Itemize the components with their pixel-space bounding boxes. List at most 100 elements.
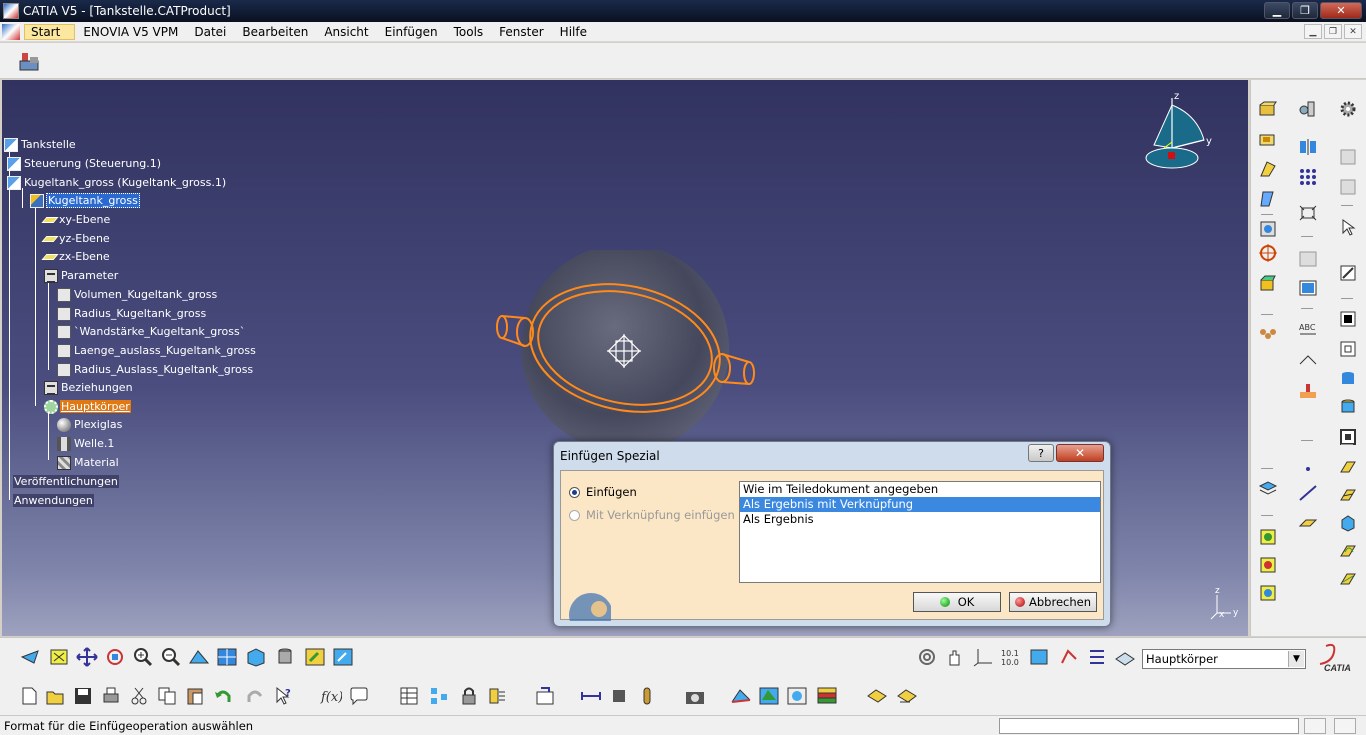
print-icon[interactable]: [100, 685, 122, 707]
hide-show-icon[interactable]: [304, 646, 326, 668]
apply-surface-icon[interactable]: [866, 685, 888, 707]
measure-icon[interactable]: [1297, 277, 1319, 299]
mirror-icon[interactable]: [1297, 135, 1319, 157]
text-abc-icon[interactable]: ABC: [1297, 318, 1319, 340]
manipulation-hand-icon[interactable]: [944, 646, 966, 668]
close-button[interactable]: ✕: [1320, 2, 1362, 19]
redo-icon[interactable]: [244, 685, 266, 707]
menu-enovia[interactable]: ENOVIA V5 VPM: [75, 25, 186, 39]
copy-icon[interactable]: [156, 685, 178, 707]
cylinder-yellow-icon[interactable]: [1337, 396, 1359, 418]
annotation-icon[interactable]: [1297, 350, 1319, 372]
paste-icon[interactable]: [184, 685, 206, 707]
paint-surface-icon[interactable]: [1297, 380, 1319, 402]
sew-surface-icon[interactable]: [1257, 582, 1279, 604]
close-surface-red-icon[interactable]: [1257, 554, 1279, 576]
solid-cube-icon[interactable]: [1337, 512, 1359, 534]
tree-node-anwendungen[interactable]: Anwendungen: [13, 493, 94, 508]
close-surface-icon[interactable]: [1257, 272, 1279, 294]
apply-texture-icon[interactable]: [758, 685, 780, 707]
paste-format-list[interactable]: Wie im Teiledokument angegeben Als Ergeb…: [739, 481, 1101, 583]
stack-layers-icon[interactable]: [816, 685, 838, 707]
save-icon[interactable]: [72, 685, 94, 707]
command-input[interactable]: [999, 718, 1299, 734]
thick-surface-icon[interactable]: [1257, 526, 1279, 548]
open-body-icon[interactable]: [1337, 308, 1359, 330]
radio-einfuegen[interactable]: Einfügen: [569, 485, 637, 499]
status-button-1[interactable]: [1304, 718, 1326, 734]
restore-button[interactable]: ❐: [1292, 2, 1318, 19]
shaft-feature-icon[interactable]: [1297, 98, 1319, 120]
tree-node-plexiglas[interactable]: Plexiglas: [57, 417, 123, 432]
frame-icon[interactable]: [1028, 646, 1050, 668]
document-icon[interactable]: [2, 23, 20, 40]
catalog-icon[interactable]: [1337, 146, 1359, 168]
pad-icon[interactable]: [1257, 98, 1279, 120]
revolve-surface-icon[interactable]: [1337, 484, 1359, 506]
structure-icon[interactable]: [428, 685, 450, 707]
apply-surface-2-icon[interactable]: [896, 685, 918, 707]
normal-view-icon[interactable]: [188, 646, 210, 668]
status-button-2[interactable]: [1334, 718, 1356, 734]
line-icon[interactable]: [1297, 482, 1319, 504]
reactions-icon[interactable]: [486, 685, 508, 707]
point-icon[interactable]: [1297, 458, 1319, 480]
cylinder-icon[interactable]: [1337, 368, 1359, 390]
catalog-browser-icon[interactable]: [534, 685, 556, 707]
formula-fx-icon[interactable]: f(x): [320, 685, 342, 707]
chevron-down-icon[interactable]: ▼: [1288, 651, 1304, 667]
tree-node-material[interactable]: Material: [57, 455, 120, 470]
tree-node-kugeltank-part[interactable]: Kugeltank_gross: [30, 193, 140, 208]
fit-all-icon[interactable]: [48, 646, 70, 668]
fly-mode-icon[interactable]: [20, 646, 42, 668]
list-item[interactable]: Als Ergebnis mit Verknüpfung: [740, 497, 1100, 512]
undo-icon[interactable]: [212, 685, 234, 707]
doc-minimize-button[interactable]: ▁: [1304, 24, 1322, 39]
environment-icon[interactable]: [786, 685, 808, 707]
pan-icon[interactable]: [76, 646, 98, 668]
axis-system-icon[interactable]: [972, 646, 994, 668]
grid-snap-icon[interactable]: 10.1 10.0: [1000, 646, 1022, 668]
tree-node-beziehungen[interactable]: Beziehungen: [44, 380, 134, 395]
multi-view-icon[interactable]: [216, 646, 238, 668]
zoom-in-icon[interactable]: [132, 646, 154, 668]
doc-close-button[interactable]: ✕: [1344, 24, 1362, 39]
radio-mit-verknuepfung[interactable]: Mit Verknüpfung einfügen: [569, 508, 735, 522]
tree-node-steuerung[interactable]: Steuerung (Steuerung.1): [7, 156, 162, 171]
apply-material-icon[interactable]: [730, 685, 752, 707]
tree-node-param-radius[interactable]: Radius_Kugeltank_gross: [57, 306, 207, 321]
sphere-tank-model[interactable]: [482, 250, 782, 450]
table-icon[interactable]: [398, 685, 420, 707]
doc-restore-button[interactable]: ❐: [1324, 24, 1342, 39]
list-icon[interactable]: [1086, 646, 1108, 668]
assembly-people-icon[interactable]: [1257, 324, 1279, 346]
rotate-icon[interactable]: [104, 646, 126, 668]
ok-button[interactable]: OK: [913, 592, 1001, 612]
menu-datei[interactable]: Datei: [186, 25, 234, 39]
pocket-icon[interactable]: [1257, 128, 1279, 150]
lock-icon[interactable]: [458, 685, 480, 707]
loft-icon[interactable]: [1337, 568, 1359, 590]
constraint-icon[interactable]: [1058, 646, 1080, 668]
select-arrow-icon[interactable]: [1337, 216, 1359, 238]
groove-icon[interactable]: [1257, 188, 1279, 210]
tree-node-param-radius-auslass[interactable]: Radius_Auslass_Kugeltank_gross: [57, 362, 254, 377]
menu-start[interactable]: Start: [24, 23, 76, 40]
tree-node-welle[interactable]: Welle.1: [57, 436, 115, 451]
tree-node-xy-plane[interactable]: xy-Ebene: [41, 212, 111, 227]
measure-between-icon[interactable]: [580, 685, 602, 707]
product-structure-icon[interactable]: [18, 51, 42, 73]
knowledge-advisor-icon[interactable]: [348, 685, 370, 707]
new-document-icon[interactable]: [18, 685, 40, 707]
tree-node-zx-plane[interactable]: zx-Ebene: [41, 249, 111, 264]
settings-gear-icon[interactable]: [1337, 98, 1359, 120]
whats-this-help-icon[interactable]: ?: [272, 685, 294, 707]
capture-camera-icon[interactable]: [684, 685, 706, 707]
sketch-edit-icon[interactable]: [1337, 262, 1359, 284]
sweep-icon[interactable]: [1337, 540, 1359, 562]
hole-icon[interactable]: [1257, 218, 1279, 240]
tree-node-param-wandstaerke[interactable]: `Wandstärke_Kugeltank_gross`: [57, 324, 246, 339]
layers-icon[interactable]: [1257, 478, 1279, 500]
measure-item-icon[interactable]: [608, 685, 630, 707]
tree-node-parameter[interactable]: Parameter: [44, 268, 119, 283]
